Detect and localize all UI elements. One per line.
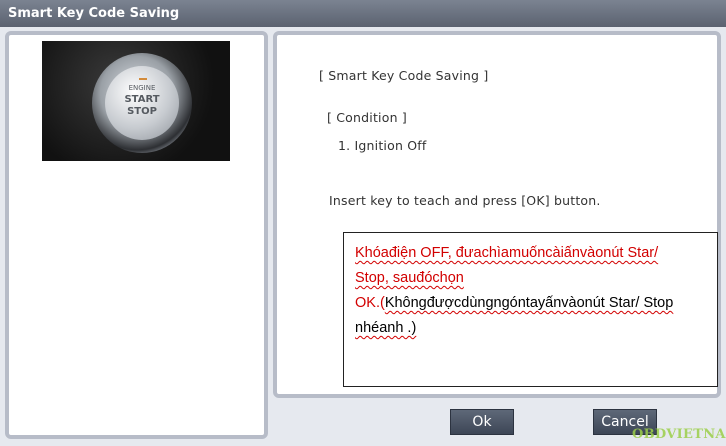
condition-item: 1. Ignition Off <box>338 138 427 153</box>
info-title: [ Smart Key Code Saving ] <box>319 68 489 83</box>
start-stop-button-face: ENGINE START STOP <box>105 66 179 140</box>
dialog-window: Smart Key Code Saving ENGINE START STOP … <box>0 0 726 446</box>
note-line-1: Khóađiện OFF, đưachìamuốncàiấnvàonút Sta… <box>355 245 659 261</box>
note-line-3-black: Khôngđượcdùngngóntayấnvàonút Star/ Stop <box>384 295 674 311</box>
condition-heading: [ Condition ] <box>327 110 407 125</box>
note-line-3-red: OK.( <box>355 295 385 311</box>
image-panel: ENGINE START STOP <box>5 31 268 439</box>
button-start-label: START <box>124 94 160 105</box>
note-line-4: nhéanh .) <box>355 320 417 336</box>
button-indicator-led <box>139 78 147 80</box>
start-stop-button-photo: ENGINE START STOP <box>42 41 230 161</box>
button-stop-label: STOP <box>127 106 157 117</box>
watermark: OBDVIETNAM <box>632 427 726 442</box>
note-line-2: Stop, sauđóchọn <box>355 270 464 286</box>
instruction-text: Insert key to teach and press [OK] butto… <box>329 193 601 208</box>
window-title: Smart Key Code Saving <box>0 0 726 27</box>
ok-button[interactable]: Ok <box>450 409 514 435</box>
annotation-note: Khóađiện OFF, đưachìamuốncàiấnvàonút Sta… <box>343 232 718 387</box>
button-engine-label: ENGINE <box>128 84 156 92</box>
